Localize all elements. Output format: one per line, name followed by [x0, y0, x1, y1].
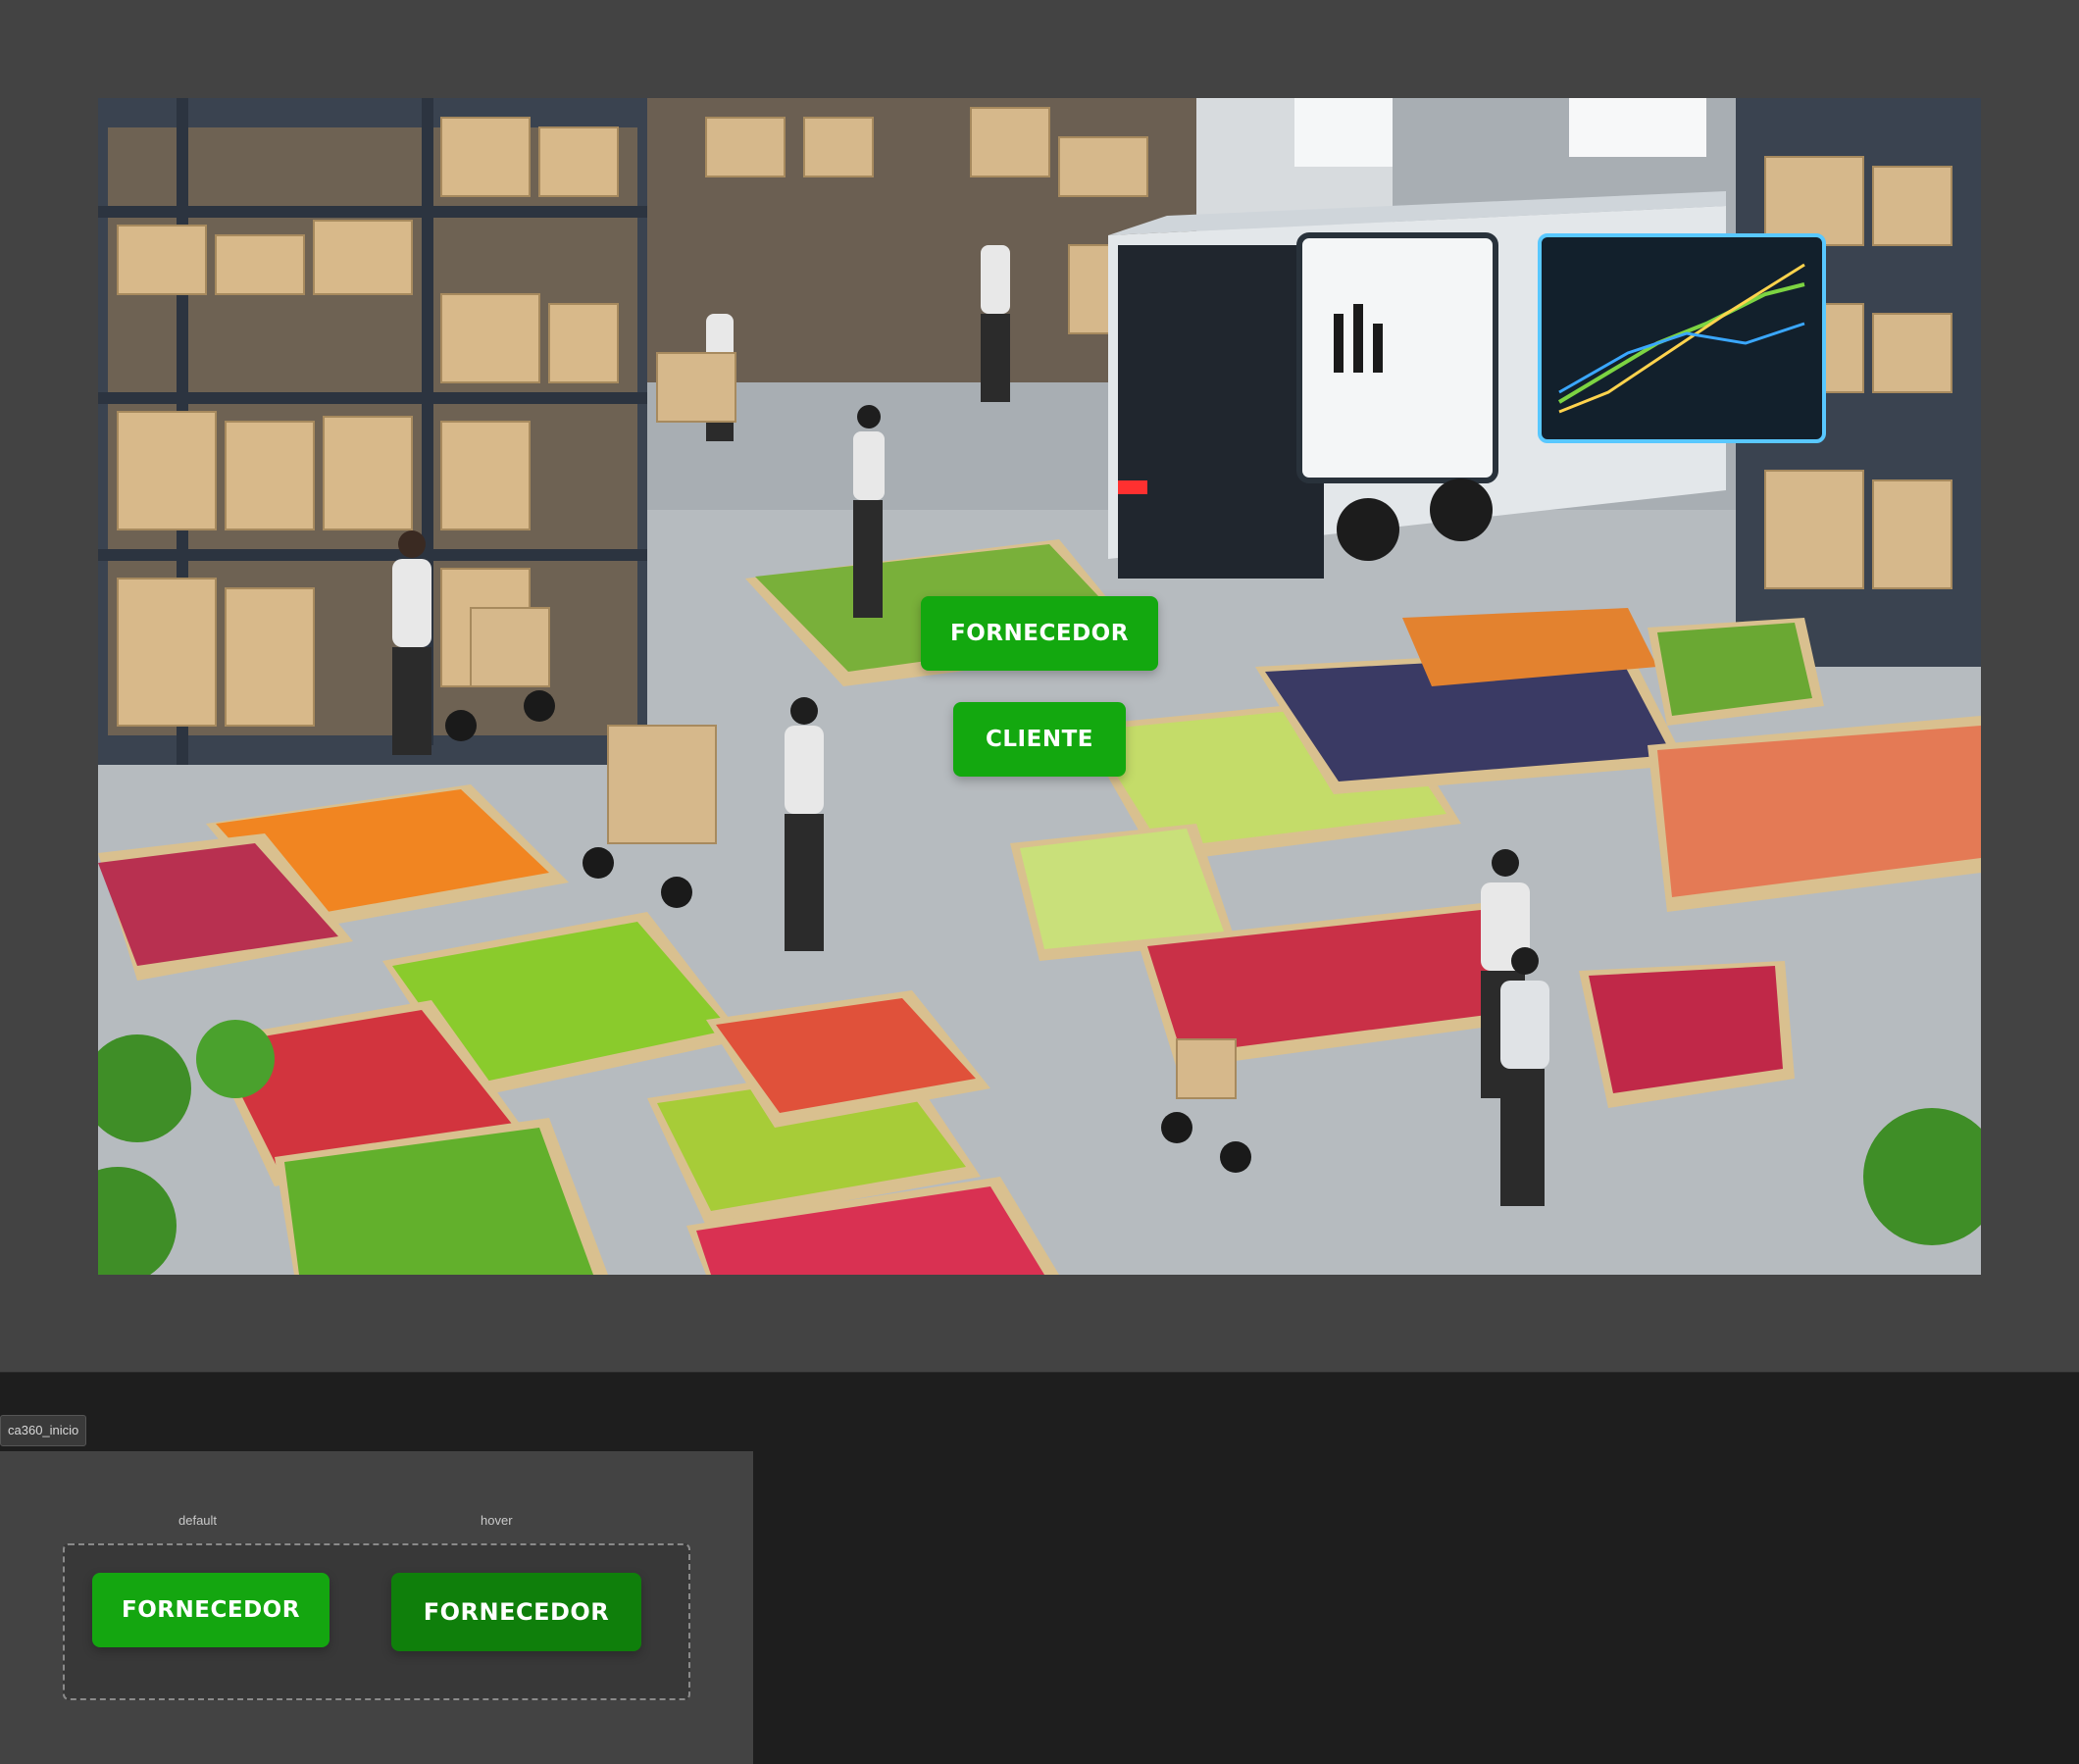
- fornecedor-button[interactable]: FORNECEDOR: [921, 596, 1158, 671]
- warehouse-illustration: [98, 98, 1981, 1275]
- design-canvas-frame: [0, 0, 2079, 1373]
- cliente-button[interactable]: CLIENTE: [953, 702, 1126, 777]
- variant-label-default: default: [178, 1513, 218, 1528]
- variant-label-hover: hover: [481, 1513, 513, 1528]
- fornecedor-button-default-variant[interactable]: FORNECEDOR: [92, 1573, 330, 1647]
- warehouse-scene-image: [98, 98, 1981, 1275]
- fornecedor-button-hover-variant[interactable]: FORNECEDOR: [391, 1573, 641, 1651]
- component-name-tag[interactable]: ca360_inicio: [0, 1415, 87, 1446]
